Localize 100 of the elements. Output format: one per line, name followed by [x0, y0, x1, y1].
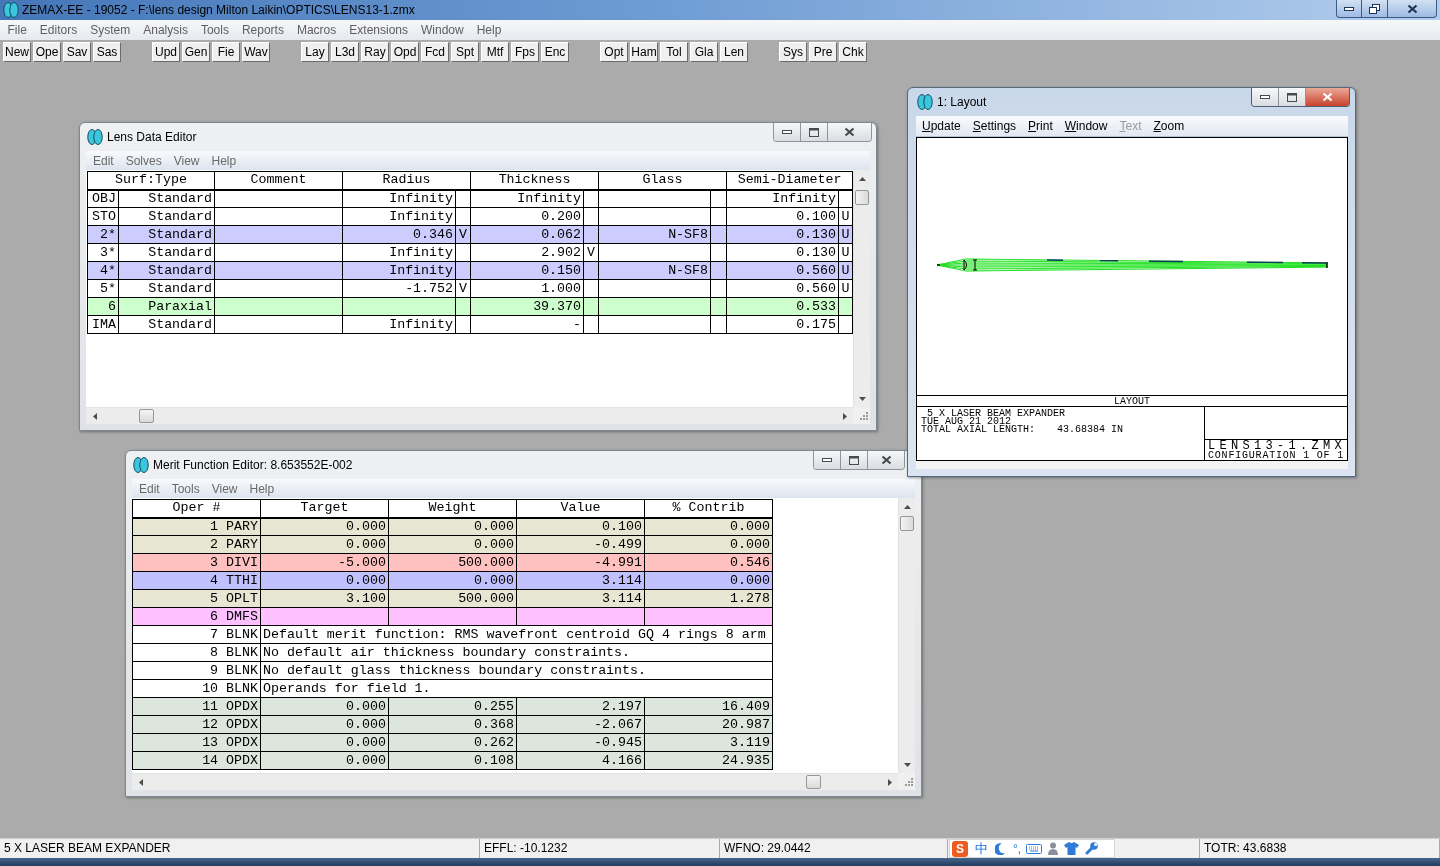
maximize-button[interactable] — [1279, 88, 1306, 106]
menu-item[interactable]: Zoom — [1147, 119, 1191, 133]
table-cell[interactable]: Standard — [118, 243, 215, 262]
minimize-button[interactable] — [814, 451, 841, 469]
table-cell[interactable]: 0.546 — [644, 553, 773, 572]
lens-icon[interactable] — [87, 129, 103, 145]
table-cell[interactable]: 0.000 — [388, 535, 517, 554]
resize-grip-icon[interactable] — [903, 778, 913, 788]
table-cell[interactable]: 1 PARY — [132, 517, 261, 536]
toolbar-button[interactable]: Ope — [33, 42, 61, 62]
table-cell[interactable]: 3.119 — [644, 733, 773, 752]
table-cell[interactable]: 3.114 — [516, 589, 645, 608]
table-cell[interactable]: 0.000 — [644, 535, 773, 554]
table-cell[interactable]: U — [838, 243, 853, 262]
table-cell[interactable]: U — [838, 261, 853, 280]
table-cell[interactable]: 0.062 — [470, 225, 584, 244]
horizontal-scrollbar[interactable] — [132, 773, 898, 790]
scroll-thumb[interactable] — [855, 190, 869, 205]
table-cell[interactable]: 0.560 — [726, 261, 839, 280]
table-cell[interactable]: 500.000 — [388, 589, 517, 608]
toolbar-button[interactable]: L3d — [331, 42, 359, 62]
table-cell[interactable]: V — [455, 279, 471, 298]
table-cell[interactable]: 0.346 — [342, 225, 456, 244]
table-cell[interactable]: 0.000 — [260, 517, 389, 536]
close-button[interactable] — [1388, 0, 1437, 18]
table-cell[interactable]: Default merit function: RMS wavefront centroid GQ 4 rings 8 arm — [260, 625, 773, 644]
menu-item[interactable]: Print — [1022, 119, 1059, 133]
table-cell[interactable]: Standard — [118, 279, 215, 298]
table-cell[interactable]: - — [470, 315, 584, 334]
scroll-right-arrow-icon[interactable] — [887, 778, 892, 786]
vertical-scrollbar[interactable] — [898, 498, 915, 773]
table-cell[interactable]: Standard — [118, 315, 215, 334]
horizontal-scrollbar[interactable] — [86, 407, 853, 424]
menu-item[interactable]: Window — [414, 23, 471, 37]
table-cell[interactable]: 3.100 — [260, 589, 389, 608]
table-cell[interactable]: -5.000 — [260, 553, 389, 572]
scroll-thumb[interactable] — [806, 775, 821, 789]
toolbar-button[interactable]: Fie — [212, 42, 240, 62]
table-cell[interactable]: Operands for field 1. — [260, 679, 773, 698]
table-cell[interactable]: Infinity — [342, 315, 456, 334]
table-cell[interactable]: U — [838, 225, 853, 244]
menu-item[interactable]: Help — [243, 481, 281, 496]
table-cell[interactable]: 0.000 — [260, 697, 389, 716]
toolbar-button[interactable]: Enc — [541, 42, 569, 62]
minimize-button[interactable] — [1336, 0, 1362, 18]
table-cell[interactable]: V — [455, 225, 471, 244]
table-cell[interactable]: 0.150 — [470, 261, 584, 280]
lens-icon[interactable] — [133, 457, 149, 473]
table-cell[interactable]: 2.902 — [470, 243, 584, 262]
table-cell[interactable]: 6 DMFS — [132, 607, 261, 626]
table-cell[interactable]: 0.368 — [388, 715, 517, 734]
scroll-right-arrow-icon[interactable] — [842, 412, 847, 420]
menu-item[interactable]: View — [167, 153, 206, 168]
input-mode-toggle[interactable]: 中 — [975, 840, 988, 857]
table-cell[interactable]: 0.000 — [388, 571, 517, 590]
table-cell[interactable]: -4.991 — [516, 553, 645, 572]
menu-item[interactable]: Macros — [290, 23, 343, 37]
menu-item[interactable]: Editors — [33, 23, 84, 37]
table-cell[interactable]: 0.560 — [726, 279, 839, 298]
table-cell[interactable]: Infinity — [342, 207, 456, 226]
table-cell[interactable]: 0.000 — [260, 733, 389, 752]
toolbar-button[interactable]: Ham — [630, 42, 658, 62]
lens-icon[interactable] — [917, 94, 933, 110]
table-cell[interactable]: 1.000 — [470, 279, 584, 298]
toolbar-button[interactable]: Mtf — [481, 42, 509, 62]
table-cell[interactable]: 0.000 — [388, 517, 517, 536]
table-cell[interactable]: 11 OPDX — [132, 697, 261, 716]
table-cell[interactable]: No default air thickness boundary constraints. — [260, 643, 773, 662]
menu-item[interactable]: Reports — [235, 23, 291, 37]
table-cell[interactable]: 4* — [87, 261, 119, 280]
table-cell[interactable]: 0.533 — [726, 297, 839, 316]
toolbar-button[interactable]: Ray — [361, 42, 389, 62]
scroll-down-arrow-icon[interactable] — [858, 396, 866, 401]
toolbar-button[interactable]: Pre — [809, 42, 837, 62]
table-cell[interactable]: 24.935 — [644, 751, 773, 770]
table-cell[interactable]: 0.255 — [388, 697, 517, 716]
table-cell[interactable]: No default glass thickness boundary constraints. — [260, 661, 773, 680]
menu-item[interactable]: View — [205, 481, 244, 496]
table-cell[interactable]: U — [838, 207, 853, 226]
toolbar-button[interactable]: Fcd — [421, 42, 449, 62]
minimize-button[interactable] — [1252, 88, 1279, 106]
toolbar-button[interactable]: Gen — [182, 42, 210, 62]
menu-item[interactable]: Help — [205, 153, 243, 168]
scroll-left-arrow-icon[interactable] — [138, 778, 143, 786]
close-button[interactable] — [868, 451, 904, 469]
menu-item[interactable]: Tools — [165, 481, 206, 496]
toolbar-button[interactable]: Opd — [391, 42, 419, 62]
table-cell[interactable]: 2* — [87, 225, 119, 244]
moon-icon[interactable] — [995, 842, 1005, 855]
menu-item[interactable]: Edit — [133, 481, 166, 496]
menu-item[interactable]: Solves — [119, 153, 168, 168]
table-cell[interactable]: V — [583, 243, 599, 262]
table-cell[interactable]: Infinity — [342, 189, 456, 208]
scroll-up-arrow-icon[interactable] — [903, 504, 911, 509]
table-cell[interactable]: IMA — [87, 315, 119, 334]
scroll-down-arrow-icon[interactable] — [903, 762, 911, 767]
table-cell[interactable]: 1.278 — [644, 589, 773, 608]
table-cell[interactable]: 7 BLNK — [132, 625, 261, 644]
table-cell[interactable]: -0.945 — [516, 733, 645, 752]
person-icon[interactable] — [1048, 842, 1059, 855]
